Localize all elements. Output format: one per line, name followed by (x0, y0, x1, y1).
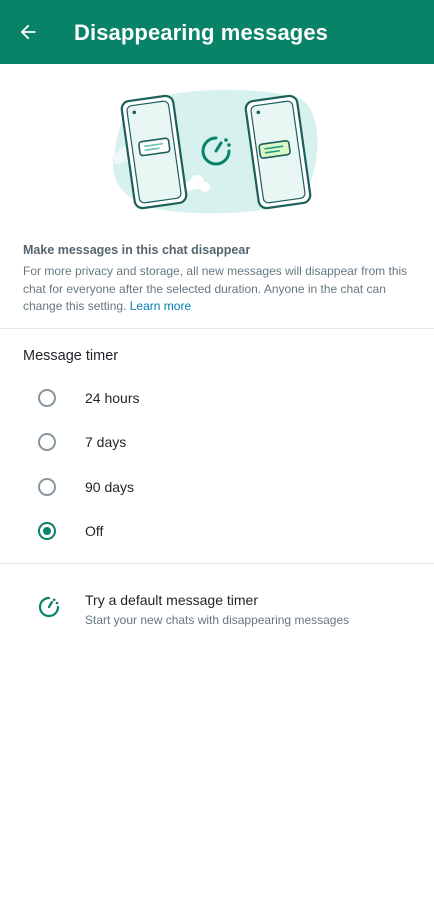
radio-button[interactable] (38, 433, 56, 451)
timer-option-label: 90 days (85, 479, 135, 495)
timer-option-label: 7 days (85, 434, 127, 450)
divider (0, 328, 434, 329)
message-timer-label: Message timer (23, 348, 119, 364)
app-bar: Disappearing messages (0, 0, 434, 64)
timer-option-label: 24 hours (85, 390, 140, 406)
info-description: For more privacy and storage, all new me… (23, 263, 415, 316)
timer-option-off[interactable]: Off (0, 511, 434, 555)
timer-option-7-days[interactable]: 7 days (0, 422, 434, 466)
default-timer-subtitle: Start your new chats with disappearing m… (85, 613, 350, 627)
default-message-timer-row[interactable]: Try a default message timer Start your n… (0, 582, 434, 638)
info-heading: Make messages in this chat disappear (23, 243, 251, 257)
timer-option-90-days[interactable]: 90 days (0, 467, 434, 511)
info-description-text: For more privacy and storage, all new me… (23, 264, 408, 313)
default-timer-title: Try a default message timer (85, 592, 258, 608)
radio-button-selected[interactable] (38, 522, 56, 540)
page-title: Disappearing messages (74, 20, 328, 45)
divider (0, 563, 434, 564)
timer-icon (38, 596, 60, 618)
learn-more-link[interactable]: Learn more (130, 299, 191, 313)
arrow-left-icon (20, 24, 36, 40)
timer-option-24-hours[interactable]: 24 hours (0, 378, 434, 422)
radio-button[interactable] (38, 389, 56, 407)
disappearing-messages-illustration (112, 89, 318, 214)
back-button[interactable] (12, 16, 44, 48)
radio-button[interactable] (38, 478, 56, 496)
timer-option-label: Off (85, 523, 104, 539)
